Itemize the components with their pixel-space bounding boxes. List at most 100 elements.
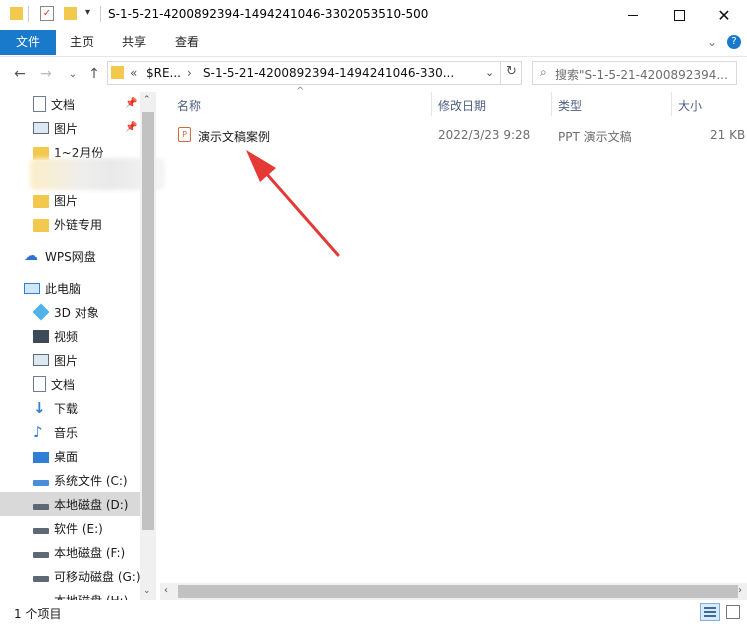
download-arrow-icon: ↓ <box>33 399 46 417</box>
sidebar-item-label: 文档 <box>51 377 76 392</box>
sidebar-item-drive-g[interactable]: 可移动磁盘 (G:) <box>0 564 141 588</box>
file-type: PPT 演示文稿 <box>558 130 632 144</box>
sidebar-item-this-pc[interactable]: 此电脑 <box>0 276 140 300</box>
sidebar-scroll-thumb[interactable] <box>142 112 154 530</box>
column-header-modified[interactable]: 修改日期 <box>438 97 486 114</box>
music-note-icon: ♪ <box>33 423 43 441</box>
document-icon <box>33 96 46 112</box>
back-arrow-icon[interactable]: ← <box>9 63 31 85</box>
status-bar <box>0 600 747 626</box>
scroll-up-icon[interactable]: ⌃ <box>143 95 151 105</box>
minimize-icon[interactable] <box>610 0 656 30</box>
sidebar-item-drive-h[interactable]: 本地磁盘 (H:) <box>0 588 140 601</box>
properties-icon[interactable]: ✓ <box>40 6 54 21</box>
arrow-shaft <box>256 162 340 257</box>
drive-icon <box>33 528 49 534</box>
column-divider[interactable] <box>431 92 432 116</box>
maximize-icon[interactable] <box>656 0 702 30</box>
tab-home[interactable]: 主页 <box>58 30 106 55</box>
help-icon[interactable]: ? <box>727 35 741 49</box>
sidebar-item-folder[interactable]: 图片 <box>0 188 140 212</box>
sidebar-item-videos[interactable]: 视频 <box>0 324 140 348</box>
film-icon <box>33 329 49 343</box>
drive-icon <box>33 504 49 510</box>
folder-icon <box>33 194 49 208</box>
sidebar-item-label: 视频 <box>54 329 79 344</box>
cloud-icon: ☁ <box>24 248 38 264</box>
sidebar-item-label: 3D 对象 <box>54 305 99 320</box>
sidebar-item-label: 外链专用 <box>54 217 103 232</box>
picture-icon <box>33 122 49 134</box>
column-header-size[interactable]: 大小 <box>678 97 702 114</box>
search-placeholder: 搜索"S-1-5-21-4200892394... <box>555 68 728 82</box>
sidebar-item-documents[interactable]: 文档 📌 <box>0 92 140 116</box>
column-divider[interactable] <box>551 92 552 116</box>
sidebar-clip: 本地磁盘 (H:) <box>0 588 140 601</box>
folder-icon <box>10 7 23 20</box>
tab-view[interactable]: 查看 <box>162 30 212 55</box>
sort-ascending-icon: ^ <box>296 86 305 97</box>
divider <box>28 6 29 22</box>
sidebar-item-label: 下载 <box>54 401 79 416</box>
customize-quick-access-icon[interactable]: ▾ <box>85 7 90 18</box>
breadcrumb-item[interactable]: $RE... <box>146 66 181 80</box>
divider <box>100 6 101 22</box>
column-header-name[interactable]: 名称 <box>177 97 201 114</box>
computer-icon <box>24 283 40 294</box>
breadcrumb-separator[interactable]: › <box>187 66 192 80</box>
up-arrow-icon[interactable]: ↑ <box>83 63 105 85</box>
annotation-arrow <box>246 150 340 257</box>
file-size: 21 KB <box>710 128 746 142</box>
sidebar-item-documents[interactable]: 文档 <box>0 372 140 396</box>
sidebar-item-label: 本地磁盘 (H:) <box>54 592 128 601</box>
sidebar-item-drive-e[interactable]: 软件 (E:) <box>0 516 140 540</box>
forward-arrow-icon[interactable]: → <box>35 63 57 85</box>
sidebar-item-downloads[interactable]: ↓ 下载 <box>0 396 140 420</box>
sidebar-item-label: 文档 <box>51 97 76 112</box>
file-modified: 2022/3/23 9:28 <box>438 128 531 142</box>
sidebar-item-pictures[interactable]: 图片 <box>0 348 140 372</box>
sidebar-item-label: WPS网盘 <box>45 249 96 264</box>
recent-locations-icon[interactable]: ⌄ <box>62 63 84 85</box>
sidebar-item-folder[interactable]: 外链专用 <box>0 212 140 236</box>
sidebar-item-label: 音乐 <box>54 425 79 440</box>
system-drive-icon <box>33 480 49 486</box>
sidebar-item-drive-c[interactable]: 系统文件 (C:) <box>0 468 140 492</box>
sidebar-item-label: 图片 <box>54 353 79 368</box>
sidebar-item-label: 系统文件 (C:) <box>54 473 128 488</box>
breadcrumb-overflow[interactable]: « <box>130 66 137 80</box>
refresh-icon[interactable]: ↻ <box>500 61 522 85</box>
pin-icon: 📌 <box>125 122 138 133</box>
item-count: 1 个项目 <box>14 607 62 621</box>
chevron-down-icon[interactable]: ⌄ <box>485 66 494 79</box>
content-scroll-thumb[interactable] <box>178 585 738 598</box>
close-icon[interactable]: ✕ <box>701 0 747 30</box>
sidebar-item-pictures[interactable]: 图片 📌 <box>0 116 140 140</box>
sidebar-item-drive-f[interactable]: 本地磁盘 (F:) <box>0 540 140 564</box>
scroll-right-icon[interactable]: › <box>738 585 742 596</box>
drive-icon <box>33 552 49 558</box>
ppt-file-icon: P <box>178 127 191 142</box>
sidebar-item-drive-d[interactable]: 本地磁盘 (D:) <box>0 492 140 516</box>
column-header-type[interactable]: 类型 <box>558 97 582 114</box>
tab-file[interactable]: 文件 <box>0 30 56 55</box>
scroll-left-icon[interactable]: ‹ <box>164 585 168 596</box>
folder-icon <box>33 218 49 232</box>
sidebar-item-3d-objects[interactable]: 3D 对象 <box>0 300 140 324</box>
document-icon <box>33 376 46 392</box>
sidebar-item-label: 此电脑 <box>45 281 82 296</box>
sidebar-item-label: 图片 <box>54 121 79 136</box>
breadcrumb-item[interactable]: S-1-5-21-4200892394-1494241046-330... <box>203 66 454 80</box>
details-view-icon[interactable] <box>700 603 720 621</box>
pin-icon: 📌 <box>125 98 138 109</box>
column-divider[interactable] <box>671 92 672 116</box>
sidebar-item-wps[interactable]: ☁ WPS网盘 <box>0 244 140 268</box>
expand-ribbon-icon[interactable]: ⌄ <box>707 35 717 49</box>
scroll-down-icon[interactable]: ⌄ <box>143 586 151 596</box>
new-folder-icon[interactable] <box>64 7 77 20</box>
cube-icon <box>32 303 50 321</box>
tab-share[interactable]: 共享 <box>110 30 158 55</box>
sidebar-item-desktop[interactable]: 桌面 <box>0 444 140 468</box>
sidebar-item-music[interactable]: ♪ 音乐 <box>0 420 140 444</box>
large-icons-view-icon[interactable] <box>726 605 740 619</box>
